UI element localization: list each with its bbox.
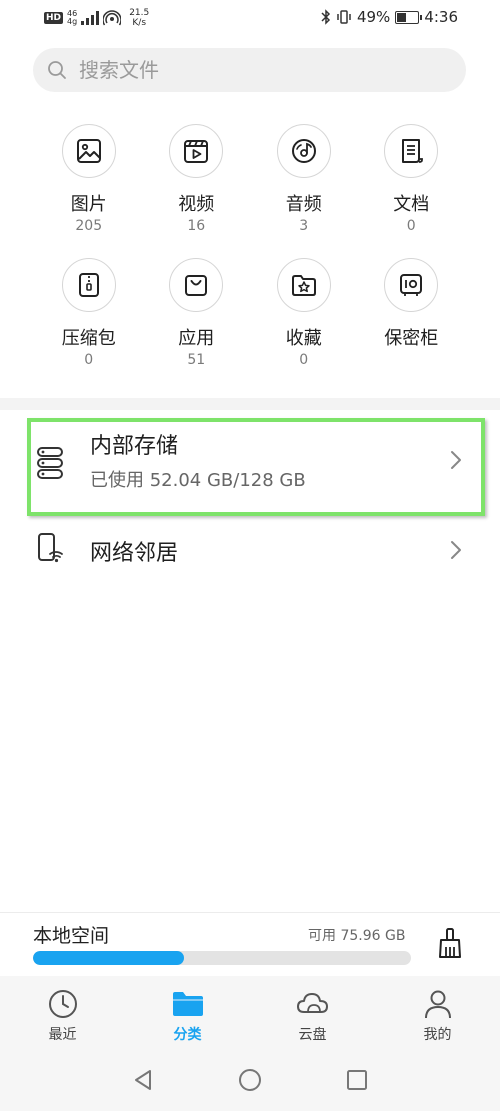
clock-icon <box>48 990 77 1018</box>
bottom-tab-bar: 最近 分类 云盘 我的 <box>0 976 500 1050</box>
document-icon <box>402 139 424 163</box>
category-label: 文档 <box>393 194 430 215</box>
category-label: 应用 <box>178 328 215 349</box>
bluetooth-icon <box>321 9 331 25</box>
network-speed-unit: K/s <box>132 18 147 28</box>
category-grid: 图片 205 视频 16 音频 3 文档 0 压缩包 0 应用 51 收藏 0 … <box>35 124 465 380</box>
video-icon <box>184 140 209 163</box>
safe-icon <box>400 274 423 296</box>
battery-fill <box>397 12 407 22</box>
network-type-bottom: 4g <box>67 17 78 26</box>
category-label: 图片 <box>70 194 107 215</box>
tab-recent[interactable]: 最近 <box>0 976 125 1050</box>
category-icon-circle <box>169 258 224 312</box>
category-label: 压缩包 <box>61 328 116 349</box>
tab-cloud[interactable]: 云盘 <box>250 976 375 1050</box>
folder-icon <box>172 992 203 1016</box>
tab-label: 云盘 <box>298 1027 327 1043</box>
chevron-right-icon <box>451 541 461 559</box>
tab-label: 最近 <box>48 1027 77 1043</box>
local-space-free: 可用 75.96 GB <box>308 928 406 944</box>
category-apps[interactable]: 应用 51 <box>143 258 251 380</box>
category-label: 视频 <box>178 194 215 215</box>
broom-clean-icon[interactable] <box>436 927 464 959</box>
category-count: 0 <box>299 352 309 368</box>
tab-label: 分类 <box>173 1027 202 1043</box>
search-input[interactable] <box>77 57 441 83</box>
tab-categories[interactable]: 分类 <box>125 976 250 1050</box>
status-bar: HD 46 4g 21.5 K/s 49% 4:36 <box>0 0 500 38</box>
clock-time: 4:36 <box>424 8 458 26</box>
network-speed: 21.5 K/s <box>129 8 149 28</box>
category-favorites[interactable]: 收藏 0 <box>250 258 358 380</box>
app-bag-icon <box>185 275 208 296</box>
search-icon <box>48 61 66 79</box>
local-space-title: 本地空间 <box>33 925 110 947</box>
home-icon[interactable] <box>238 1068 262 1092</box>
file-manager-screen: HD 46 4g 21.5 K/s 49% 4:36 搜索文件 图片 205 视… <box>0 0 500 1111</box>
network-speed-value: 21.5 <box>129 8 150 18</box>
category-label: 收藏 <box>285 328 322 349</box>
back-icon[interactable] <box>132 1068 154 1092</box>
tab-mine[interactable]: 我的 <box>375 976 500 1050</box>
tab-label: 我的 <box>423 1027 452 1043</box>
network-neighborhood-row[interactable]: 网络邻居 <box>0 520 500 580</box>
category-icon-circle <box>276 258 331 312</box>
category-count: 51 <box>187 352 206 368</box>
category-audio[interactable]: 音频 3 <box>250 124 358 246</box>
category-images[interactable]: 图片 205 <box>35 124 143 246</box>
category-count: 3 <box>299 218 309 234</box>
category-safe[interactable]: 保密柜 <box>358 258 466 380</box>
system-navigation-bar <box>0 1050 500 1111</box>
category-icon-circle <box>61 124 116 178</box>
category-icon-circle <box>384 258 439 312</box>
local-space-panel: 本地空间 可用 75.96 GB <box>0 912 500 977</box>
category-count: 0 <box>406 218 416 234</box>
category-count: 205 <box>75 218 103 234</box>
person-icon <box>424 990 451 1019</box>
category-icon-circle <box>276 124 331 178</box>
status-right: 49% 4:36 <box>321 8 458 26</box>
category-archives[interactable]: 压缩包 0 <box>35 258 143 380</box>
hotspot-icon <box>103 10 122 26</box>
search-bar[interactable] <box>33 48 466 92</box>
network-neighborhood-title: 网络邻居 <box>90 541 179 566</box>
chevron-right-icon <box>451 451 461 469</box>
internal-storage-title: 内部存储 <box>90 434 179 459</box>
category-icon-circle <box>169 124 224 178</box>
storage-icon <box>37 447 63 479</box>
category-icon-circle <box>384 124 439 178</box>
internal-storage-row[interactable]: 内部存储 已使用 52.04 GB/128 GB <box>0 418 500 518</box>
network-type: 46 4g <box>67 10 77 26</box>
category-label: 保密柜 <box>384 328 439 349</box>
storage-progress-bar <box>33 951 411 965</box>
category-icon-circle <box>61 258 116 312</box>
category-label: 音频 <box>285 194 322 215</box>
category-count: 0 <box>84 352 94 368</box>
recents-icon[interactable] <box>346 1068 368 1092</box>
battery-icon <box>395 10 423 24</box>
favorite-folder-icon <box>291 275 316 296</box>
section-divider <box>0 398 500 410</box>
status-left: HD 46 4g 21.5 K/s <box>44 8 149 28</box>
category-videos[interactable]: 视频 16 <box>143 124 251 246</box>
signal-icon <box>81 11 100 25</box>
category-documents[interactable]: 文档 0 <box>358 124 466 246</box>
archive-icon <box>78 273 99 297</box>
battery-percent: 49% <box>356 8 391 26</box>
network-device-icon <box>38 533 63 563</box>
hd-badge: HD <box>44 12 64 24</box>
cloud-icon <box>296 993 328 1013</box>
category-count: 16 <box>187 218 206 234</box>
vibrate-icon <box>337 10 351 24</box>
audio-icon <box>291 139 316 163</box>
internal-storage-usage: 已使用 52.04 GB/128 GB <box>90 470 306 491</box>
image-icon <box>76 139 101 163</box>
storage-progress-fill <box>33 951 185 965</box>
